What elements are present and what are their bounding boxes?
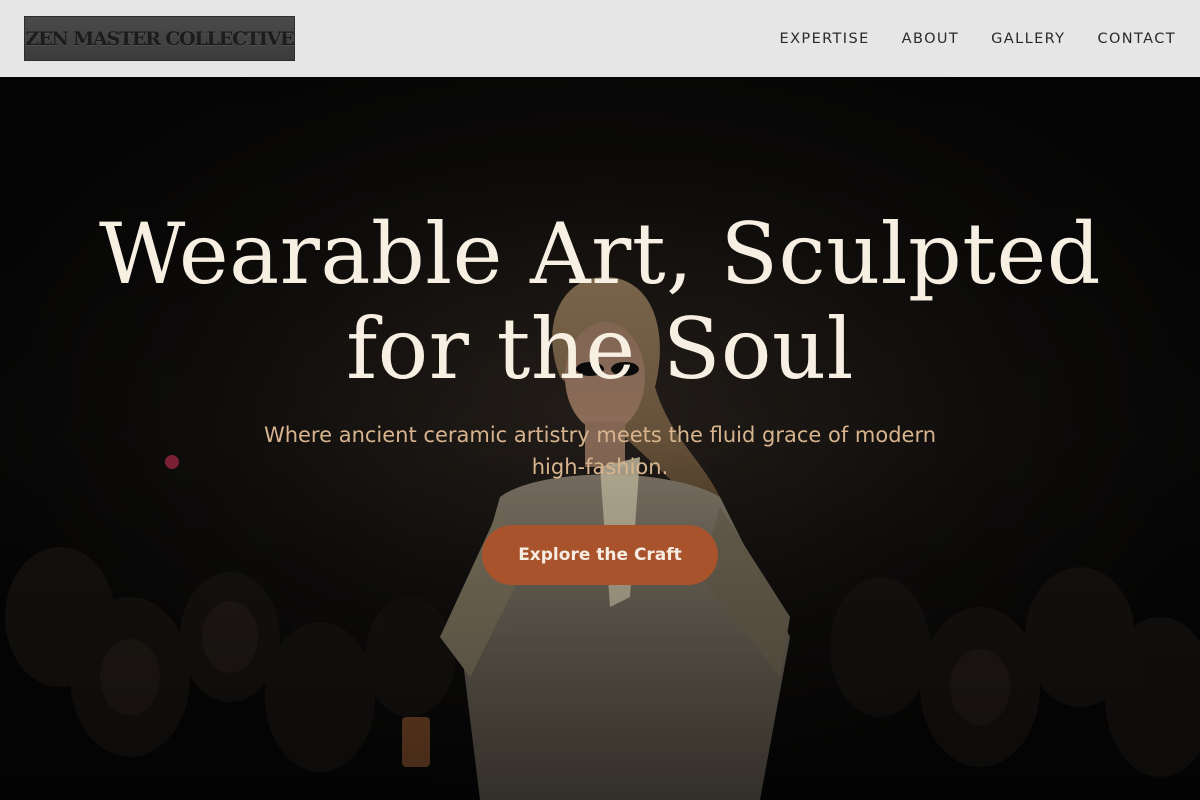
nav-link-contact[interactable]: CONTACT — [1097, 31, 1176, 47]
explore-craft-button[interactable]: Explore the Craft — [482, 525, 718, 585]
site-header: ZEN MASTER COLLECTIVE EXPERTISE ABOUT GA… — [0, 0, 1200, 77]
hero-title: Wearable Art, Sculpted for the Soul — [98, 205, 1102, 398]
nav-link-expertise[interactable]: EXPERTISE — [780, 31, 870, 47]
hero-section: Wearable Art, Sculpted for the Soul Wher… — [0, 77, 1200, 800]
logo[interactable]: ZEN MASTER COLLECTIVE — [24, 16, 295, 61]
nav-link-about[interactable]: ABOUT — [902, 31, 960, 47]
hero-content: Wearable Art, Sculpted for the Soul Wher… — [0, 207, 1200, 585]
logo-text: ZEN MASTER COLLECTIVE — [25, 27, 295, 50]
hero-subtitle: Where ancient ceramic artistry meets the… — [263, 423, 937, 479]
nav-link-gallery[interactable]: GALLERY — [991, 31, 1065, 47]
main-nav: EXPERTISE ABOUT GALLERY CONTACT — [780, 31, 1176, 47]
